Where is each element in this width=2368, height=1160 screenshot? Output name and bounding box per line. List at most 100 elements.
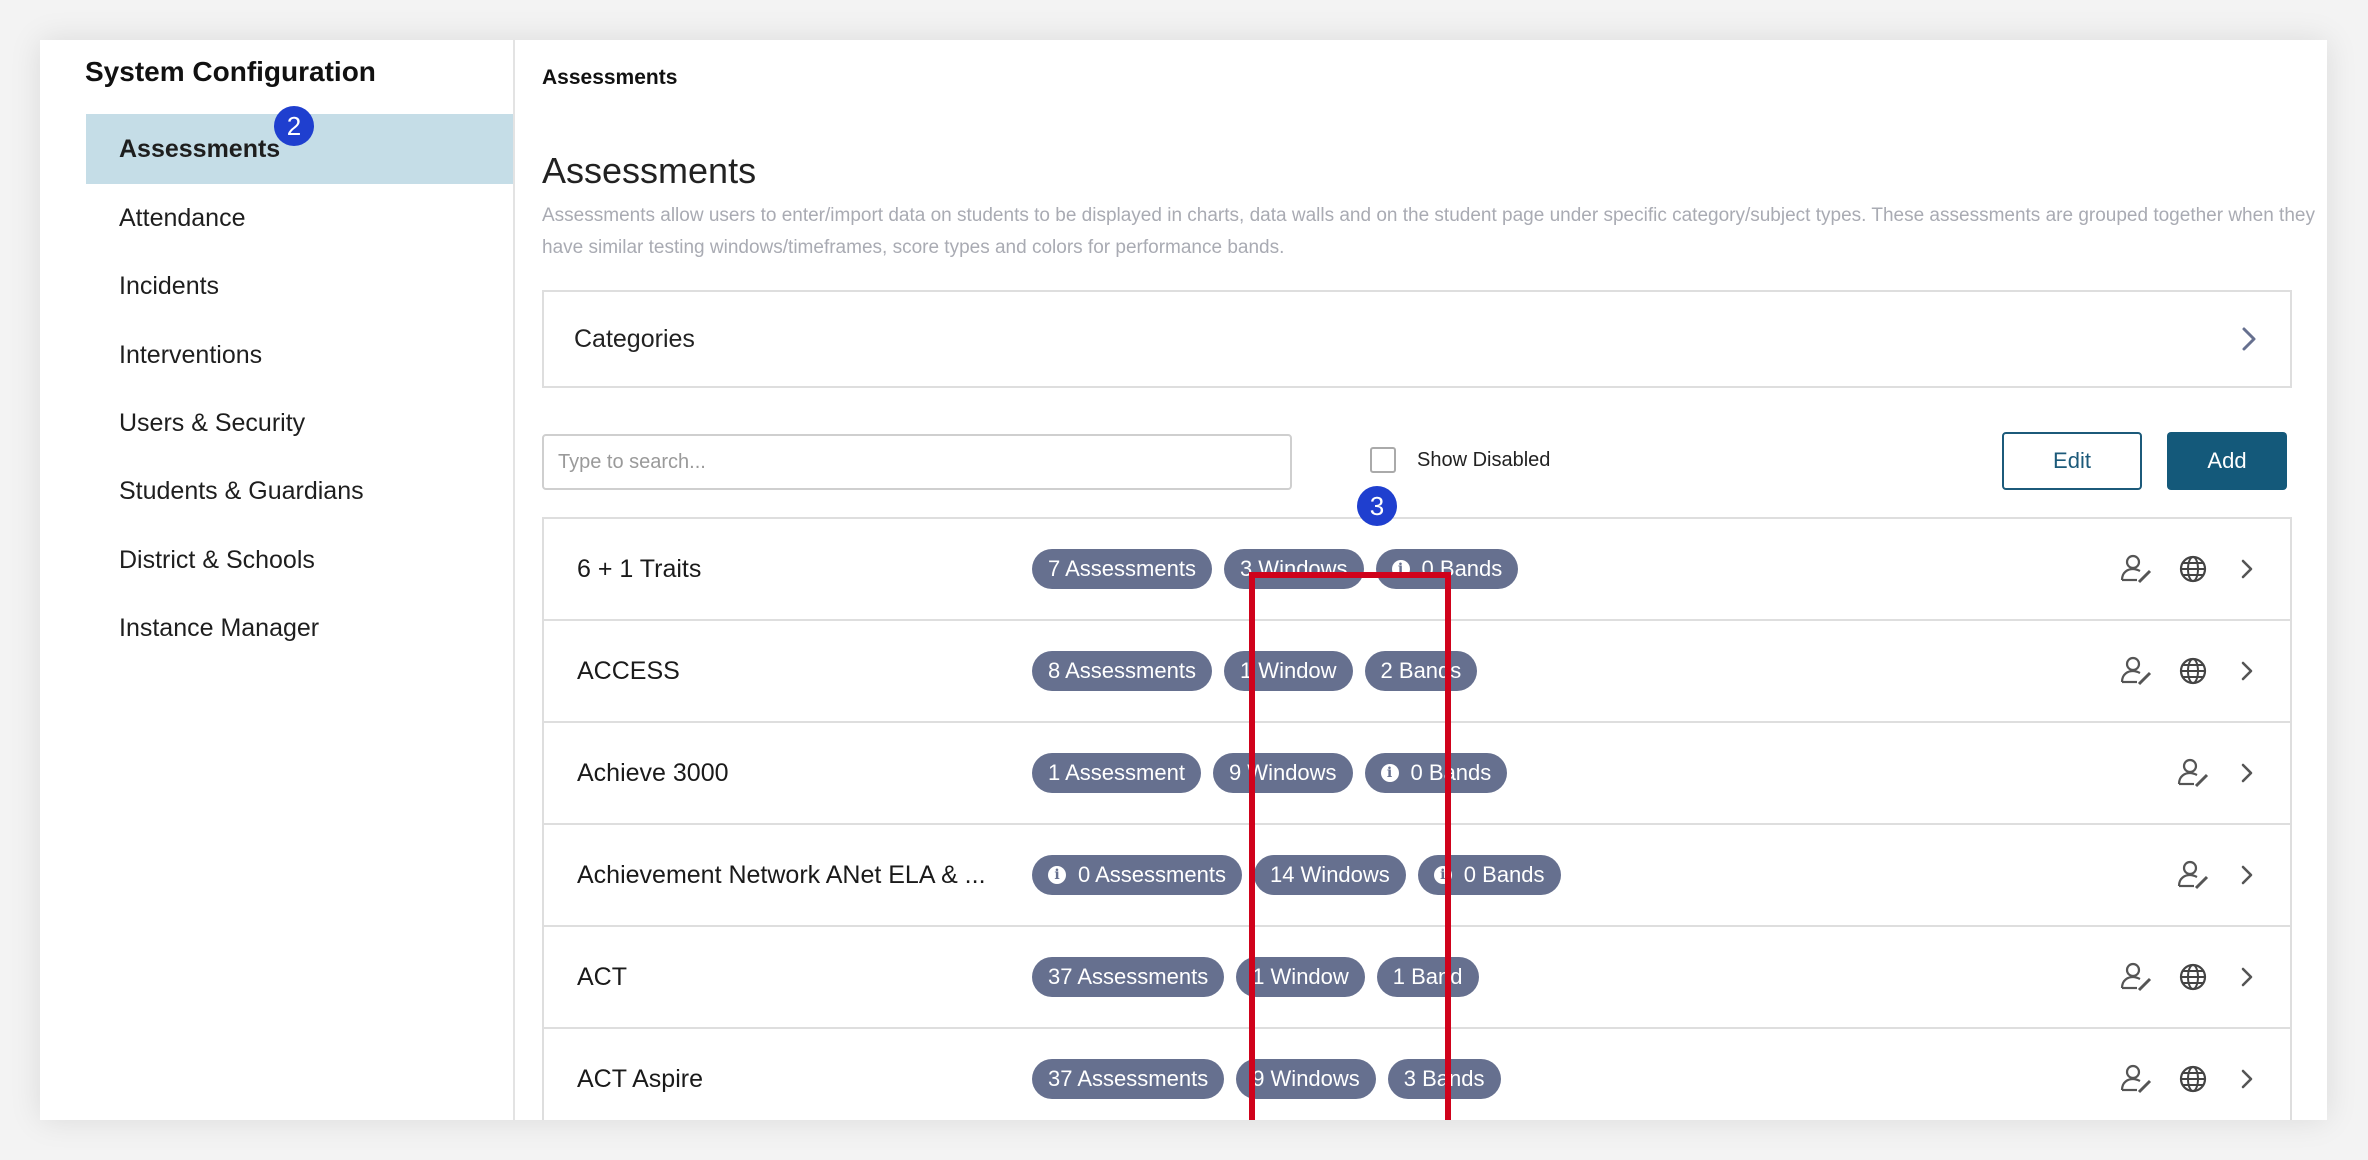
chevron-right-icon	[2242, 327, 2256, 351]
table-row[interactable]: ACCESS 8 Assessments 1 Window 2 Bands	[542, 621, 2292, 723]
table-row[interactable]: ACT Aspire 37 Assessments 9 Windows 3 Bands	[542, 1029, 2292, 1120]
chevron-right-icon[interactable]	[2230, 858, 2264, 892]
user-permissions-icon[interactable]	[2119, 1062, 2153, 1096]
sidebar-item-label: Interventions	[119, 340, 263, 369]
table-row[interactable]: 6 + 1 Traits 7 Assessments 3 Windows i 0 Ban…	[542, 519, 2292, 621]
chip-label: 1 Assessment	[1048, 760, 1185, 785]
group-name: 6 + 1 Traits	[577, 555, 702, 583]
sidebar-title: System Configuration	[85, 56, 376, 87]
categories-label: Categories	[574, 324, 695, 353]
sidebar-item-label: Students & Guardians	[119, 476, 364, 505]
group-name: ACT	[577, 963, 627, 991]
count-chips: 7 Assessments 3 Windows i 0 Bands	[1032, 549, 1519, 589]
chip-label: 9 Windows	[1252, 1066, 1360, 1091]
info-icon: i	[1380, 764, 1399, 782]
chip-label: 7 Assessments	[1048, 556, 1196, 581]
user-permissions-icon[interactable]	[2119, 654, 2153, 688]
assessment-group-list: 6 + 1 Traits 7 Assessments 3 Windows i 0 Ban…	[542, 517, 2292, 1120]
chip-label: 0 Bands	[1410, 760, 1492, 785]
chip-label: 0 Assessments	[1078, 862, 1226, 887]
sidebar-item-users-security[interactable]: Users & Security	[86, 388, 513, 458]
globe-icon[interactable]	[2176, 552, 2210, 586]
info-icon: i	[1433, 866, 1452, 884]
chevron-right-icon[interactable]	[2230, 654, 2264, 688]
bands-count-chip: 3 Bands	[1387, 1059, 1501, 1099]
assessments-count-chip: 37 Assessments	[1032, 1059, 1225, 1099]
bands-count-chip: i 0 Bands	[1364, 753, 1508, 793]
info-icon: i	[1391, 560, 1410, 578]
add-button[interactable]: Add	[2167, 432, 2287, 490]
user-permissions-icon[interactable]	[2176, 858, 2210, 892]
chip-label: 0 Bands	[1463, 862, 1545, 887]
sidebar-item-district-schools[interactable]: District & Schools	[86, 525, 513, 595]
chip-label: 3 Windows	[1239, 556, 1348, 581]
show-disabled-toggle[interactable]: Show Disabled	[1370, 447, 1550, 473]
chevron-right-icon[interactable]	[2230, 552, 2264, 586]
table-row[interactable]: Achievement Network ANet ELA & ... i 0 Ass…	[542, 825, 2292, 927]
show-disabled-checkbox[interactable]	[1370, 447, 1396, 473]
info-icon: i	[1048, 866, 1066, 884]
windows-count-chip: 3 Windows	[1223, 549, 1364, 589]
chevron-right-icon[interactable]	[2230, 1062, 2264, 1096]
breadcrumb: Assessments	[542, 66, 678, 89]
sidebar: System Configuration Assessments 2 Atten…	[40, 40, 515, 1120]
sidebar-item-label: Assessments	[119, 134, 281, 163]
sidebar-item-interventions[interactable]: Interventions	[86, 320, 513, 390]
user-permissions-icon[interactable]	[2119, 552, 2153, 586]
sidebar-item-attendance[interactable]: Attendance	[86, 183, 513, 253]
group-name: Achieve 3000	[577, 759, 729, 787]
count-chips: 37 Assessments 9 Windows 3 Bands	[1032, 1059, 1501, 1099]
group-name: ACCESS	[577, 657, 680, 685]
sidebar-item-label: Instance Manager	[119, 613, 320, 642]
page-title: Assessments	[542, 150, 757, 191]
page-description: Assessments allow users to enter/import …	[542, 205, 2315, 258]
sidebar-item-students-guardians[interactable]: Students & Guardians	[86, 456, 513, 526]
count-chips: 8 Assessments 1 Window 2 Bands	[1032, 651, 1478, 691]
assessments-count-chip: i 0 Assessments	[1032, 855, 1242, 895]
bands-count-chip: 2 Bands	[1364, 651, 1478, 691]
windows-count-chip: 9 Windows	[1236, 1059, 1376, 1099]
chip-label: 1 Window	[1239, 658, 1337, 683]
assessments-count-chip: 8 Assessments	[1032, 651, 1212, 691]
chip-label: 1 Band	[1392, 964, 1463, 989]
bands-count-chip: 1 Band	[1376, 957, 1479, 997]
sidebar-item-incidents[interactable]: Incidents	[86, 251, 513, 321]
table-row[interactable]: Achieve 3000 1 Assessment 9 Windows i 0 Band…	[542, 723, 2292, 825]
table-row[interactable]: ACT 37 Assessments 1 Window 1 Band	[542, 927, 2292, 1029]
main-content: Assessments Assessments Assessments allo…	[515, 40, 2327, 1120]
count-chips: 37 Assessments 1 Window 1 Band	[1032, 957, 1479, 997]
chip-label: 9 Windows	[1228, 760, 1337, 785]
show-disabled-label: Show Disabled	[1417, 448, 1551, 471]
user-permissions-icon[interactable]	[2176, 756, 2210, 790]
chip-label: 1 Window	[1252, 964, 1349, 989]
globe-icon[interactable]	[2176, 960, 2210, 994]
chevron-right-icon[interactable]	[2230, 960, 2264, 994]
sidebar-item-label: District & Schools	[119, 545, 315, 574]
sidebar-item-label: Attendance	[119, 203, 246, 232]
chip-label: 8 Assessments	[1048, 658, 1196, 683]
categories-panel[interactable]: Categories	[542, 290, 2292, 388]
group-name: ACT Aspire	[577, 1065, 703, 1093]
chip-label: 3 Bands	[1403, 1066, 1485, 1091]
chevron-right-icon[interactable]	[2230, 756, 2264, 790]
globe-icon[interactable]	[2176, 654, 2210, 688]
app-window: System Configuration Assessments 2 Atten…	[40, 40, 2327, 1120]
search-input[interactable]	[542, 434, 1292, 490]
globe-icon[interactable]	[2176, 1062, 2210, 1096]
edit-button[interactable]: Edit	[2002, 432, 2142, 490]
chip-label: 0 Bands	[1421, 556, 1503, 581]
count-chips: 1 Assessment 9 Windows i 0 Bands	[1032, 753, 1508, 793]
count-chips: i 0 Assessments 14 Windows i 0 Bands	[1032, 855, 1561, 895]
step-marker-3: 3	[1357, 486, 1397, 526]
bands-count-chip: i 0 Bands	[1375, 549, 1519, 589]
chip-label: 14 Windows	[1269, 862, 1390, 887]
windows-count-chip: 9 Windows	[1212, 753, 1353, 793]
sidebar-item-label: Incidents	[119, 271, 220, 300]
assessments-count-chip: 37 Assessments	[1032, 957, 1225, 997]
user-permissions-icon[interactable]	[2119, 960, 2153, 994]
bands-count-chip: i 0 Bands	[1417, 855, 1561, 895]
assessments-count-chip: 1 Assessment	[1032, 753, 1201, 793]
sidebar-item-instance-manager[interactable]: Instance Manager	[86, 593, 513, 663]
windows-count-chip: 1 Window	[1223, 651, 1353, 691]
assessments-count-chip: 7 Assessments	[1032, 549, 1212, 589]
